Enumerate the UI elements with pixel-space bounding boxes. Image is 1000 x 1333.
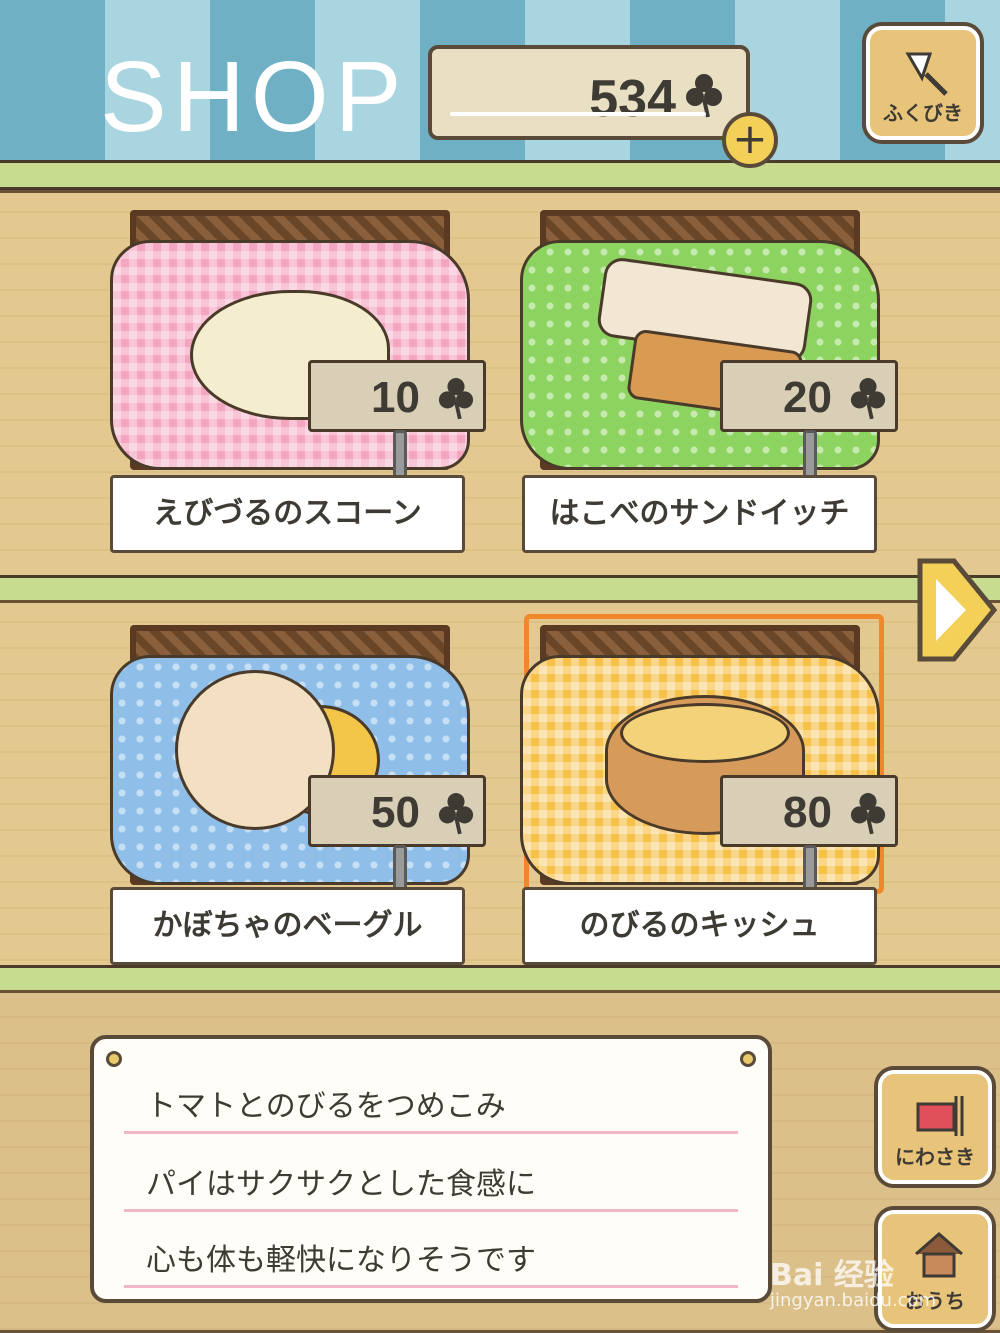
- next-page-arrow[interactable]: [914, 555, 1000, 665]
- house-icon: [915, 1232, 963, 1278]
- awning-edge: [0, 160, 1000, 190]
- description-line: パイはサクサクとした食感に: [146, 1167, 536, 1202]
- item-name-card: かぼちゃのベーグル: [110, 887, 465, 965]
- description-line: トマトとのびるをつめこみ: [146, 1089, 506, 1124]
- clover-balance: 534: [428, 45, 750, 140]
- page-title: SHOP: [100, 41, 408, 153]
- description-line: 心も体も軽快になりそうです: [146, 1243, 536, 1278]
- clover-icon: [438, 793, 474, 835]
- price-value: 80: [783, 788, 832, 837]
- shop-item-quiche[interactable]: 80 のびるのキッシュ: [520, 625, 898, 975]
- garden-label: にわさき: [895, 1145, 975, 1169]
- description-rule: [124, 1131, 738, 1134]
- balance-underline: [450, 112, 706, 116]
- price-tag: 10: [308, 360, 486, 432]
- price-tag: 20: [720, 360, 898, 432]
- description-rule: [124, 1285, 738, 1288]
- shop-item-bagel[interactable]: 50 かぼちゃのベーグル: [110, 625, 486, 975]
- clover-count: 534: [589, 70, 676, 128]
- clover-icon: [850, 793, 886, 835]
- quiche-top: [620, 703, 790, 763]
- price-value: 10: [371, 373, 420, 422]
- garden-button[interactable]: にわさき: [878, 1070, 992, 1184]
- item-name-card: えびづるのスコーン: [110, 475, 465, 553]
- shop-item-sandwich[interactable]: 20 はこべのサンドイッチ: [520, 210, 898, 560]
- garden-icon: [916, 1096, 964, 1136]
- shop-item-scone[interactable]: 10 えびづるのスコーン: [110, 210, 486, 560]
- bell-icon: [905, 52, 948, 96]
- price-tag: 80: [720, 775, 898, 847]
- price-tag: 50: [308, 775, 486, 847]
- price-value: 50: [371, 788, 420, 837]
- description-rule: [124, 1209, 738, 1212]
- clover-icon: [850, 378, 886, 420]
- panel-pin: [740, 1051, 756, 1067]
- item-name-card: のびるのキッシュ: [522, 887, 877, 965]
- price-value: 20: [783, 373, 832, 422]
- watermark-logo: Bai 经验: [770, 1258, 894, 1293]
- watermark-url: jingyan.baidu.com: [770, 1290, 937, 1311]
- clover-icon: [438, 378, 474, 420]
- panel-pin: [106, 1051, 122, 1067]
- lottery-label: ふくびき: [883, 101, 963, 125]
- lottery-button[interactable]: ふくびき: [866, 26, 980, 140]
- item-name-card: はこべのサンドイッチ: [522, 475, 877, 553]
- item-description-panel: トマトとのびるをつめこみ パイはサクサクとした食感に 心も体も軽快になりそうです: [90, 1035, 772, 1303]
- add-clovers-button[interactable]: +: [722, 112, 778, 168]
